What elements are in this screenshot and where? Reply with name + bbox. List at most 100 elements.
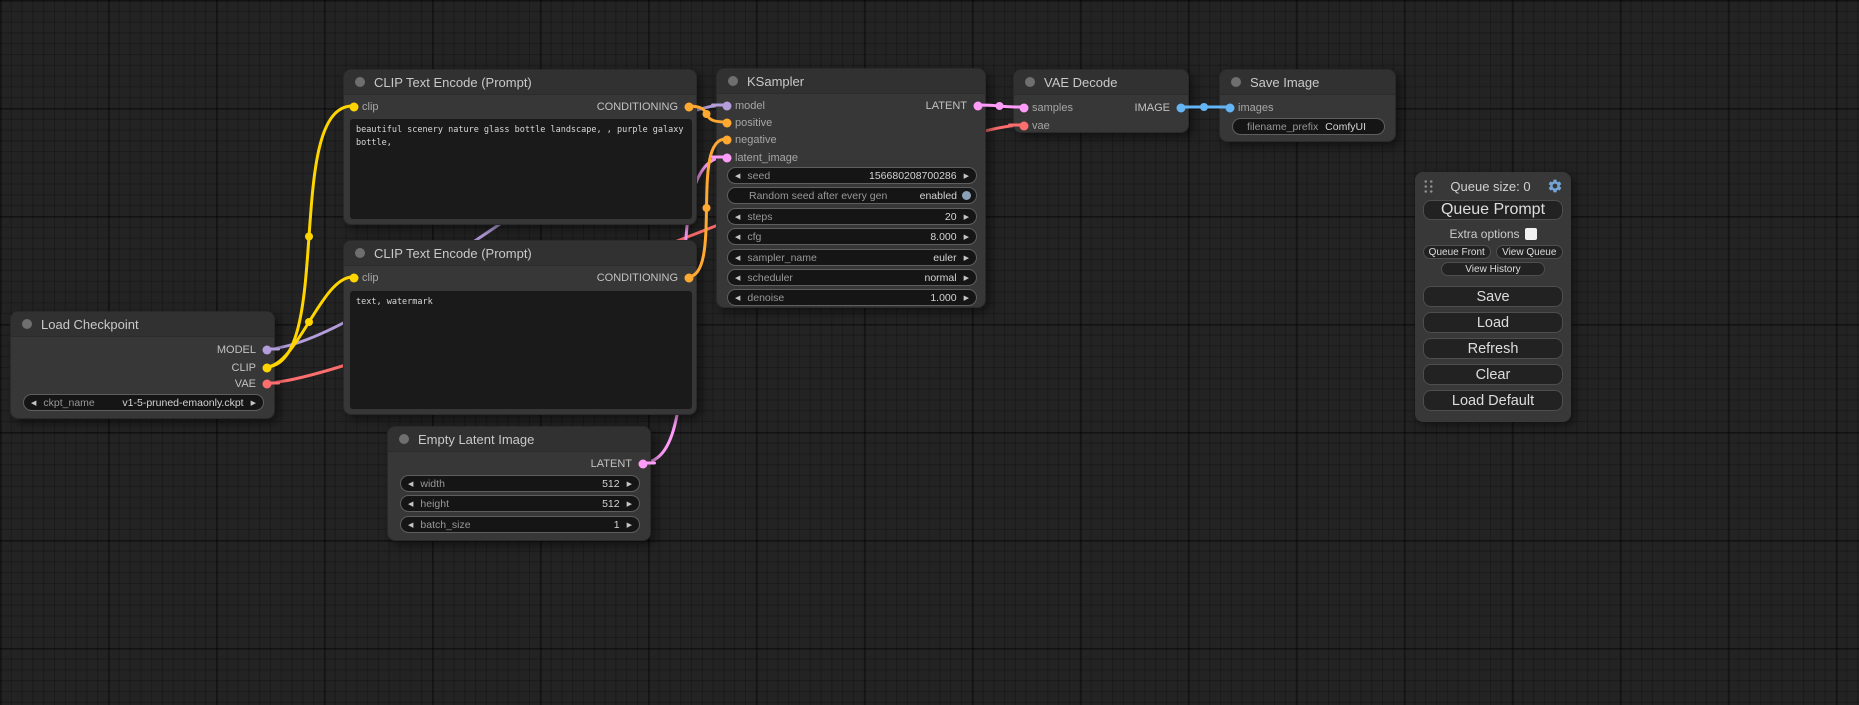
node-clip-text-encode-positive[interactable]: CLIP Text Encode (Prompt)clipCONDITIONIN… [343,69,697,225]
samples-input-port[interactable] [1019,104,1028,113]
widget-value: 156680208700286 [869,170,957,182]
collapse-dot-icon[interactable] [355,77,365,87]
load-button[interactable]: Load [1423,312,1563,333]
node-title-bar[interactable]: Empty Latent Image [388,427,650,452]
increment-arrow-icon[interactable]: ▶ [957,172,976,180]
clip-input-label: clip [362,101,379,113]
increment-arrow-icon[interactable]: ▶ [620,500,639,508]
decrement-arrow-icon[interactable]: ◀ [728,294,747,302]
batch_size-widget[interactable]: ◀batch_size1▶ [400,516,640,533]
collapse-dot-icon[interactable] [1025,77,1035,87]
toggle-on-icon[interactable] [962,191,971,200]
CONDITIONING-output-port[interactable] [684,274,693,283]
node-title-text: KSampler [747,74,804,89]
samples-input-label: samples [1032,102,1073,114]
latent_image-input-port[interactable] [722,154,731,163]
decrement-arrow-icon[interactable]: ◀ [401,500,420,508]
increment-arrow-icon[interactable]: ▶ [957,233,976,241]
graph-canvas[interactable]: Load CheckpointMODELCLIPVAE◀ckpt_namev1-… [0,0,1859,705]
LATENT-output-port[interactable] [973,102,982,111]
collapse-dot-icon[interactable] [399,434,409,444]
queue-front-button[interactable]: Queue Front [1423,245,1491,259]
sampler_name-widget[interactable]: ◀sampler_name euler▶ [727,249,977,266]
node-title-bar[interactable]: Load Checkpoint [11,312,274,337]
model-input-port[interactable] [722,102,731,111]
MODEL-output-port[interactable] [262,346,271,355]
negative-input-label: negative [735,134,777,146]
CONDITIONING-output-port[interactable] [684,103,693,112]
save-button[interactable]: Save [1423,286,1563,307]
LATENT-output-port[interactable] [638,460,647,469]
decrement-arrow-icon[interactable]: ◀ [24,399,43,407]
filename_prefix-widget[interactable]: filename_prefixComfyUI [1232,118,1385,135]
collapse-dot-icon[interactable] [355,248,365,258]
decrement-arrow-icon[interactable]: ◀ [401,521,420,529]
refresh-button[interactable]: Refresh [1423,338,1563,359]
positive-input-port[interactable] [722,119,731,128]
widget-name: sampler_name [747,252,816,264]
view-queue-button[interactable]: View Queue [1496,245,1564,259]
widget-value: v1-5-pruned-emaonly.ckpt [122,397,243,409]
increment-arrow-icon[interactable]: ▶ [957,254,976,262]
node-title-text: Empty Latent Image [418,432,534,447]
prompt-textarea[interactable] [350,119,692,219]
collapse-dot-icon[interactable] [728,76,738,86]
drag-handle-icon[interactable] [1423,179,1434,193]
increment-arrow-icon[interactable]: ▶ [957,274,976,282]
collapse-dot-icon[interactable] [1231,77,1241,87]
IMAGE-output-label: IMAGE [1135,102,1170,114]
node-save-image[interactable]: Save Imageimagesfilename_prefixComfyUI [1219,69,1396,142]
node-load-checkpoint[interactable]: Load CheckpointMODELCLIPVAE◀ckpt_namev1-… [10,311,275,419]
increment-arrow-icon[interactable]: ▶ [620,521,639,529]
ckpt_name-widget[interactable]: ◀ckpt_namev1-5-pruned-emaonly.ckpt▶ [23,394,264,411]
scheduler-widget[interactable]: ◀schedulernormal▶ [727,269,977,286]
increment-arrow-icon[interactable]: ▶ [620,480,639,488]
increment-arrow-icon[interactable]: ▶ [957,294,976,302]
vae-input-port[interactable] [1019,122,1028,131]
height-widget[interactable]: ◀height512▶ [400,495,640,512]
view-history-button[interactable]: View History [1441,262,1545,276]
load-default-button[interactable]: Load Default [1423,390,1563,411]
clip-input-port[interactable] [349,103,358,112]
node-title-bar[interactable]: Save Image [1220,70,1395,95]
steps-widget[interactable]: ◀steps20▶ [727,208,977,225]
decrement-arrow-icon[interactable]: ◀ [401,480,420,488]
prompt-textarea[interactable] [350,291,692,409]
clip-input-port[interactable] [349,274,358,283]
widget-name: batch_size [420,519,470,531]
node-title-bar[interactable]: VAE Decode [1014,70,1188,95]
node-ksampler[interactable]: KSamplermodelpositivenegativelatent_imag… [716,68,986,308]
increment-arrow-icon[interactable]: ▶ [957,213,976,221]
widget-value: euler [933,252,956,264]
node-graph: Load CheckpointMODELCLIPVAE◀ckpt_namev1-… [0,0,1859,705]
images-input-port[interactable] [1225,104,1234,113]
decrement-arrow-icon[interactable]: ◀ [728,233,747,241]
gear-icon[interactable] [1547,178,1563,194]
VAE-output-port[interactable] [262,380,271,389]
clear-button[interactable]: Clear [1423,364,1563,385]
width-widget[interactable]: ◀width512▶ [400,475,640,492]
seed-widget[interactable]: ◀seed156680208700286▶ [727,167,977,184]
node-title-bar[interactable]: CLIP Text Encode (Prompt) [344,70,696,95]
queue-size-label: Queue size: 0 [1434,179,1547,194]
Random seed after every gen-widget[interactable]: Random seed after every genenabled [727,187,977,204]
decrement-arrow-icon[interactable]: ◀ [728,254,747,262]
denoise-widget[interactable]: ◀denoise1.000▶ [727,289,977,306]
negative-input-port[interactable] [722,136,731,145]
decrement-arrow-icon[interactable]: ◀ [728,213,747,221]
vae-input-label: vae [1032,120,1050,132]
queue-prompt-button[interactable]: Queue Prompt [1423,200,1563,220]
node-clip-text-encode-negative[interactable]: CLIP Text Encode (Prompt)clipCONDITIONIN… [343,240,697,415]
collapse-dot-icon[interactable] [22,319,32,329]
node-vae-decode[interactable]: VAE Decode samples vae IMAGE [1013,69,1189,133]
decrement-arrow-icon[interactable]: ◀ [728,172,747,180]
cfg-widget[interactable]: ◀cfg8.000▶ [727,228,977,245]
node-empty-latent-image[interactable]: Empty Latent ImageLATENT◀width512▶◀heigh… [387,426,651,541]
IMAGE-output-port[interactable] [1176,104,1185,113]
extra-options-checkbox[interactable] [1525,228,1537,240]
node-title-bar[interactable]: CLIP Text Encode (Prompt) [344,241,696,266]
decrement-arrow-icon[interactable]: ◀ [728,274,747,282]
increment-arrow-icon[interactable]: ▶ [244,399,263,407]
node-title-bar[interactable]: KSampler [717,69,985,94]
CLIP-output-port[interactable] [262,364,271,373]
